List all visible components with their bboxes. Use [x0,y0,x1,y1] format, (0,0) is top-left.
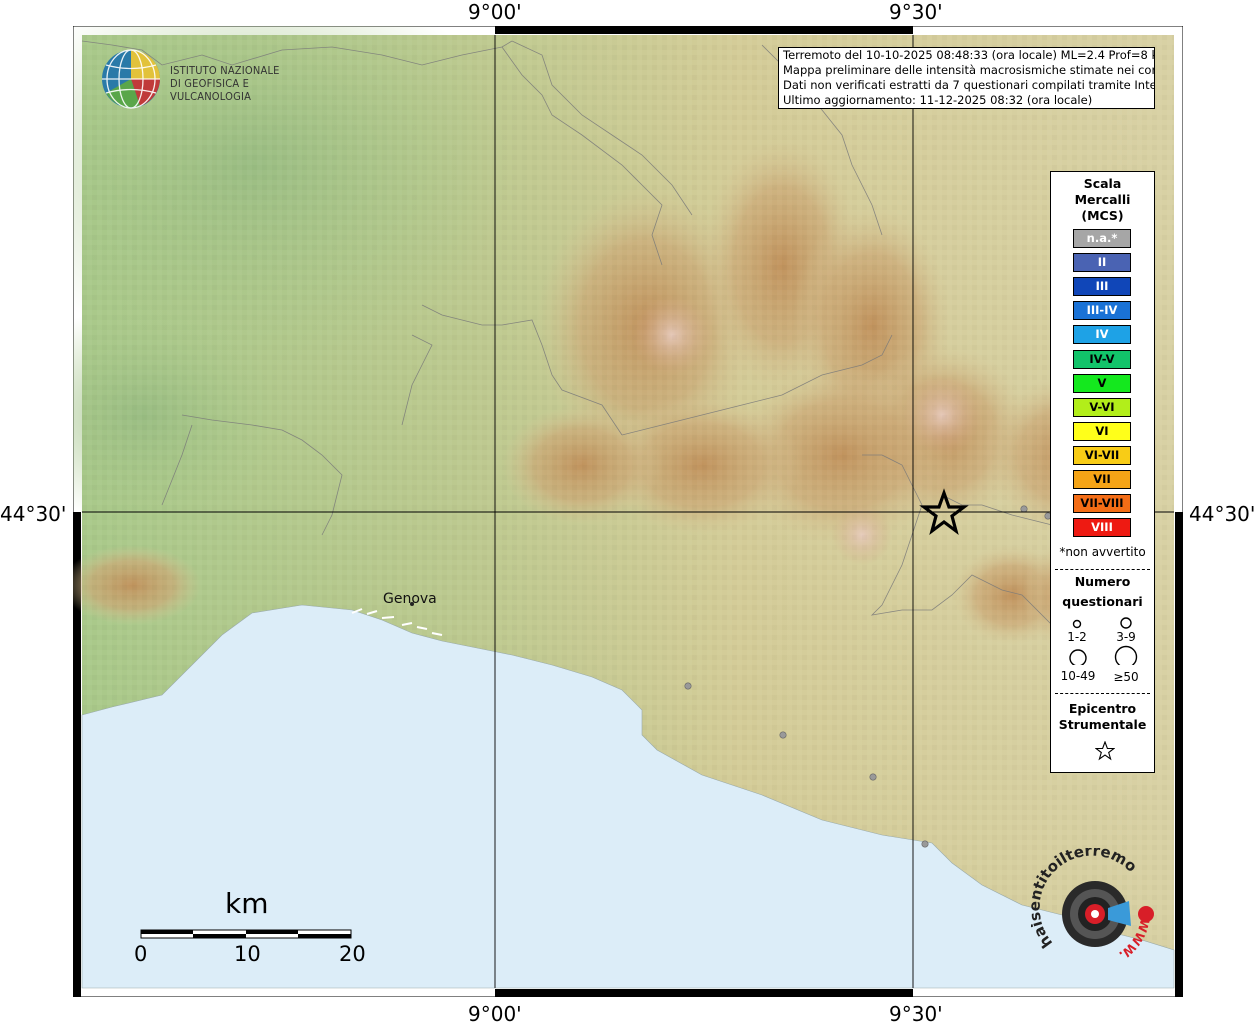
logo-line2: DI GEOFISICA E VULCANOLOGIA [170,77,252,103]
info-line2: Mappa preliminare delle intensità macros… [783,63,1155,77]
scalebar-label-0: 0 [134,942,148,966]
legend-item-10: VII [1073,470,1131,489]
lat-label-right: 44°30' [1189,502,1255,526]
lon-label-top-right: 9°30' [889,0,943,24]
count-label-3: 10-49 [1060,669,1096,683]
legend-item-6: V [1073,373,1131,393]
frame-bar-bottom [495,989,913,997]
legend-title-3: (MCS) [1081,208,1124,223]
lat-label-left: 44°30' [0,502,67,526]
info-line4: Ultimo aggiornamento: 11-12-2025 08:32 (… [783,93,1093,107]
legend-title-2: Mercalli [1074,192,1131,207]
ingv-logo: ISTITUTO NAZIONALE DI GEOFISICA E VULCAN… [100,48,310,109]
legend: Scala Mercalli (MCS) n.a.* II III III-IV IV I… [1050,171,1155,773]
count-label-1: 1-2 [1067,630,1087,644]
scalebar [140,929,352,939]
logo-line1: ISTITUTO NAZIONALE [170,64,280,77]
legend-item-11: VII-VIII [1073,494,1131,514]
legend-item-0: n.a.* [1073,229,1131,248]
legend-item-3: III-IV [1073,301,1131,321]
legend-title-1: Scala [1083,176,1122,191]
legend-item-9: VI-VII [1073,445,1131,465]
lon-label-bottom-left: 9°00' [468,1002,522,1026]
legend-note: *non avvertito [1059,545,1146,559]
globe-icon [102,49,160,109]
count-title-2: questionari [1062,594,1143,609]
frame-bar-right [1175,512,1183,997]
relief-map[interactable] [73,26,1183,997]
lon-label-top-left: 9°00' [468,0,522,24]
scalebar-label-10: 10 [234,942,261,966]
legend-item-5: IV-V [1073,349,1131,369]
info-line1: Terremoto del 10-10-2025 08:48:33 (ora l… [783,48,1155,62]
scalebar-label-20: 20 [339,942,366,966]
legend-item-4: IV [1073,325,1131,345]
legend-item-8: VI [1073,421,1131,441]
place-label-genova: Genova [383,591,437,607]
info-line3: Dati non verificati estratti da 7 questi… [783,78,1155,92]
legend-item-12: VIII [1073,518,1131,538]
count-label-4: ≥50 [1113,670,1139,684]
frame-bar-top [495,26,913,34]
scalebar-title: km [225,887,269,920]
legend-item-2: III [1073,277,1131,297]
count-title-1: Numero [1074,574,1131,589]
haisentito-logo[interactable]: haisentitoilterremoto.it WWW. [1031,848,1161,978]
lon-label-bottom-right: 9°30' [889,1002,943,1026]
legend-item-1: II [1073,253,1131,273]
epicenter-legend-icon [1095,741,1115,761]
legend-item-7: V-VI [1073,397,1131,417]
epicenter-title-2: Strumentale [1058,717,1147,732]
event-info-box: Terremoto del 10-10-2025 08:48:33 (ora l… [778,47,1155,109]
count-label-2: 3-9 [1116,630,1136,644]
epicenter-title-1: Epicentro [1068,701,1137,716]
